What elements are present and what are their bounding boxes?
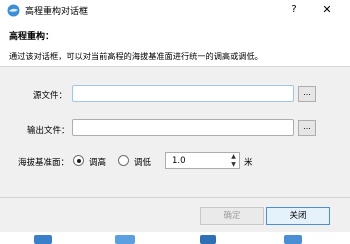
datum-label: 海拔基准面： [18,158,70,168]
section-title: 高程重构： [9,32,55,42]
output-browse-button[interactable]: ... [298,120,316,136]
lower-radio[interactable] [118,155,129,166]
output-file-label: 输出文件： [27,126,70,136]
taskbar-app-icon[interactable] [34,235,52,244]
taskbar-app-icon[interactable] [284,235,302,244]
window-title: 高程重构对话框 [25,7,89,17]
output-file-input[interactable] [72,119,294,136]
spin-up-arrow-icon[interactable]: ▲ [228,153,239,160]
footer-panel: 确定 关闭 [0,198,350,232]
close-button[interactable]: 关闭 [266,207,330,225]
raise-radio[interactable] [73,155,84,166]
ok-button[interactable]: 确定 [200,207,264,225]
source-browse-button[interactable]: ... [298,86,316,102]
source-file-input[interactable] [72,85,294,102]
section-description: 通过该对话框，可以对当前高程的海拔基准面进行统一的调高或调低。 [9,51,263,61]
help-button[interactable]: ? [286,2,302,18]
source-file-label: 源文件： [33,91,68,101]
lower-radio-label[interactable]: 调低 [134,156,151,168]
header-panel: 高程重构： 通过该对话框，可以对当前高程的海拔基准面进行统一的调高或调低。 [0,21,350,67]
taskbar-app-icon[interactable] [200,235,216,244]
amount-spinbox[interactable]: 1.0 ▲ ▼ [165,152,240,169]
title-bar: 高程重构对话框 ? ✕ [0,0,350,21]
app-logo-icon [7,4,20,17]
spin-down-arrow-icon[interactable]: ▼ [228,161,239,168]
amount-value[interactable]: 1.0 [172,156,186,166]
unit-label: 米 [244,158,253,168]
close-window-button[interactable]: ✕ [319,2,335,18]
raise-radio-label[interactable]: 调高 [89,156,106,168]
taskbar-app-icon[interactable] [115,235,135,244]
